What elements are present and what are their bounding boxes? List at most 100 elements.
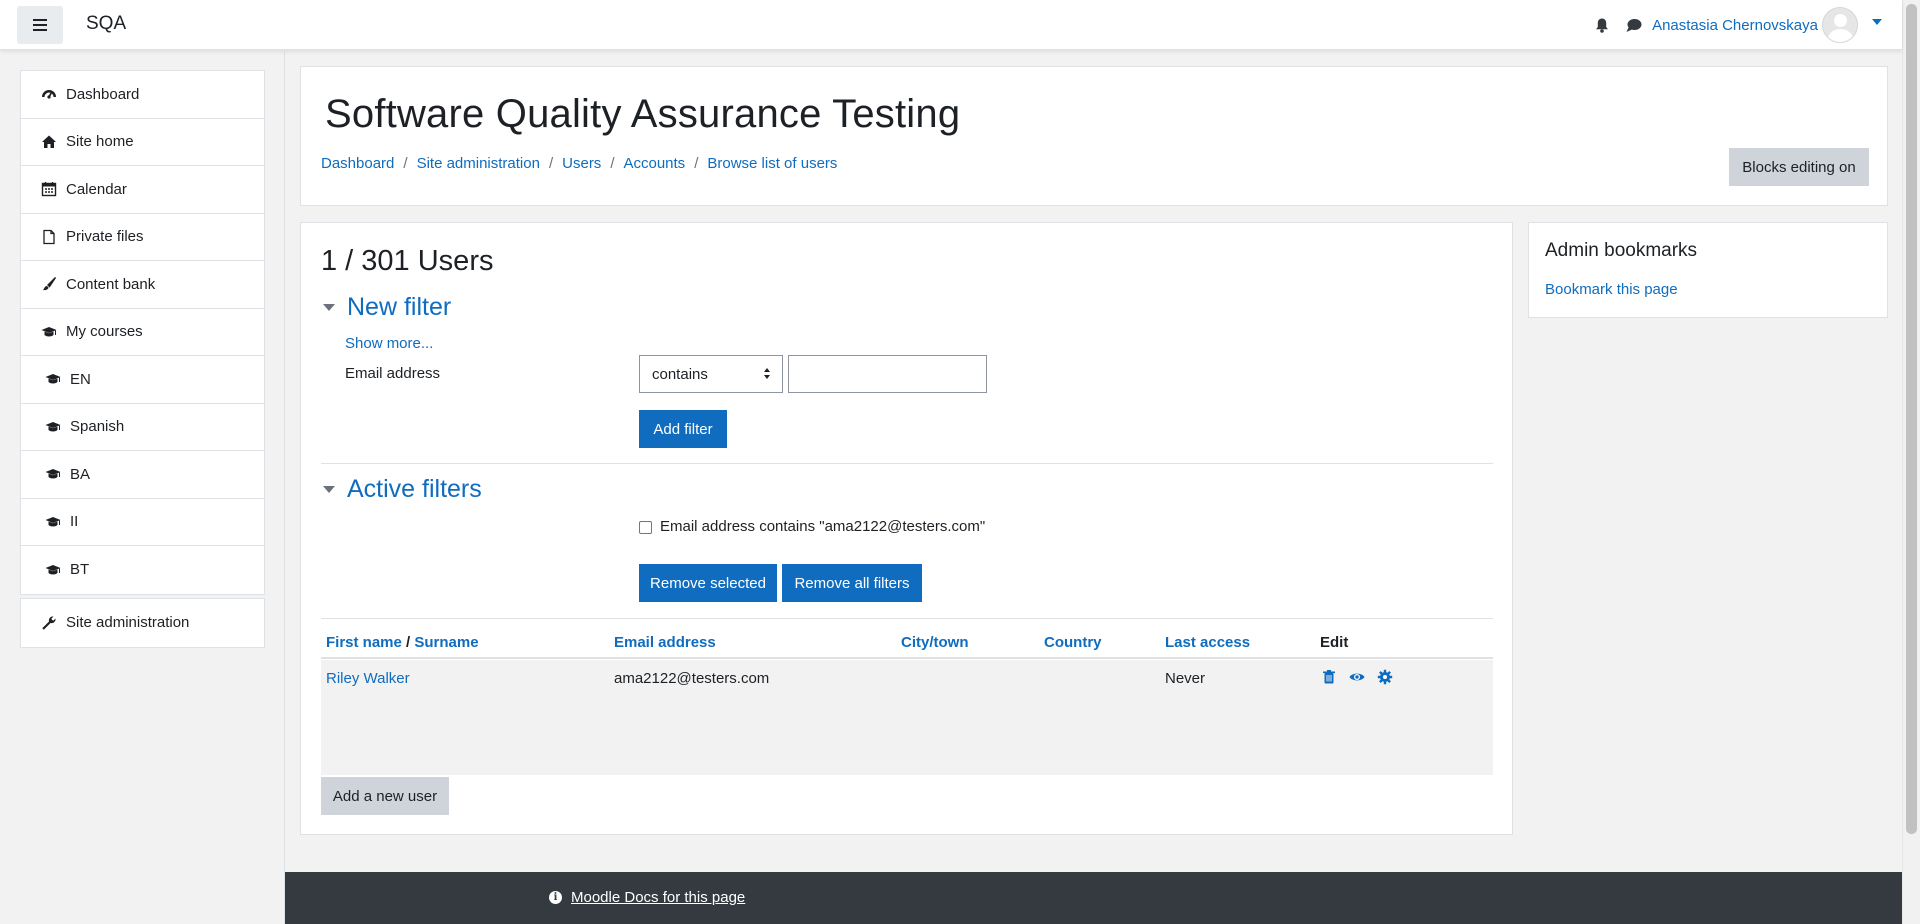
user-last-access: Never	[1165, 670, 1206, 687]
trash-icon[interactable]	[1321, 669, 1337, 685]
column-header-country[interactable]: Country	[1044, 634, 1102, 651]
hamburger-icon	[33, 19, 47, 31]
email-operator-select[interactable]: contains	[639, 355, 783, 393]
graduation-cap-icon	[45, 419, 61, 435]
email-filter-input[interactable]	[788, 355, 987, 393]
admin-bookmarks-title: Admin bookmarks	[1545, 240, 1698, 261]
eye-icon[interactable]	[1349, 669, 1365, 685]
column-header-last-access[interactable]: Last access	[1165, 634, 1250, 651]
page-header: Software Quality Assurance Testing Dashb…	[300, 66, 1888, 206]
admin-bookmarks-block: Admin bookmarks Bookmark this page	[1528, 222, 1888, 318]
nav-item-course-en[interactable]: EN	[21, 356, 264, 404]
moodle-docs-link[interactable]: i Moodle Docs for this page	[549, 889, 745, 906]
nav-group-admin: Site administration	[20, 598, 265, 648]
file-icon	[41, 229, 57, 245]
nav-item-label: Content bank	[66, 275, 156, 293]
nav-item-label: Calendar	[66, 180, 127, 198]
column-header-name: First name / Surname	[326, 634, 479, 651]
nav-item-label: BT	[70, 561, 90, 579]
breadcrumb-separator: /	[403, 155, 408, 172]
column-header-city[interactable]: City/town	[901, 634, 969, 651]
nav-item-course-ba[interactable]: BA	[21, 451, 264, 499]
breadcrumb-separator: /	[694, 155, 699, 172]
collapse-triangle-icon	[323, 486, 335, 493]
breadcrumb-accounts[interactable]: Accounts	[623, 155, 685, 172]
bookmark-this-page-link[interactable]: Bookmark this page	[1545, 281, 1678, 298]
new-filter-toggle[interactable]: New filter	[323, 293, 451, 322]
nav-item-label: Spanish	[70, 418, 125, 436]
users-panel: 1 / 301 Users New filter Show more... Em…	[300, 222, 1513, 835]
chat-icon[interactable]	[1626, 18, 1642, 33]
drawer-toggle-button[interactable]	[17, 6, 63, 44]
column-header-email[interactable]: Email address	[614, 634, 716, 651]
add-filter-button[interactable]: Add filter	[639, 410, 727, 448]
user-email: ama2122@testers.com	[614, 670, 770, 687]
active-filters-toggle[interactable]: Active filters	[323, 475, 482, 504]
nav-item-calendar[interactable]: Calendar	[21, 166, 264, 214]
nav-item-label: EN	[70, 370, 91, 388]
nav-item-label: BA	[70, 465, 91, 483]
table-row: Riley Walker ama2122@testers.com Never	[321, 660, 1493, 775]
nav-item-site-home[interactable]: Site home	[21, 119, 264, 166]
active-filter-checkbox[interactable]	[639, 521, 652, 534]
blocks-editing-button[interactable]: Blocks editing on	[1729, 148, 1869, 186]
remove-all-filters-button[interactable]: Remove all filters	[782, 564, 922, 602]
nav-item-label: Dashboard	[66, 85, 140, 103]
user-menu-name[interactable]: Anastasia Chernovskaya	[1652, 17, 1818, 34]
calendar-icon	[41, 181, 57, 197]
remove-selected-button[interactable]: Remove selected	[639, 564, 777, 602]
page-footer: i Moodle Docs for this page	[285, 872, 1902, 924]
active-filter-label[interactable]: Email address contains "ama2122@testers.…	[660, 518, 985, 535]
paintbrush-icon	[41, 276, 57, 292]
nav-item-course-ii[interactable]: II	[21, 499, 264, 546]
row-actions	[1321, 669, 1393, 685]
breadcrumb: Dashboard / Site administration / Users …	[321, 155, 837, 172]
sort-surname-link[interactable]: Surname	[414, 634, 478, 651]
nav-item-course-spanish[interactable]: Spanish	[21, 404, 264, 451]
add-new-user-button[interactable]: Add a new user	[321, 777, 449, 815]
sort-first-name-link[interactable]: First name	[326, 634, 402, 651]
show-more-link[interactable]: Show more...	[345, 335, 433, 352]
site-brand[interactable]: SQA	[86, 13, 126, 35]
email-filter-label: Email address	[345, 365, 441, 382]
name-separator: /	[401, 634, 415, 651]
nav-item-course-bt[interactable]: BT	[21, 546, 264, 594]
home-icon	[41, 134, 57, 150]
breadcrumb-separator: /	[610, 155, 615, 172]
avatar[interactable]	[1822, 7, 1858, 43]
page-title: Software Quality Assurance Testing	[325, 92, 961, 136]
collapse-triangle-icon	[323, 304, 335, 311]
nav-item-label: Site administration	[66, 614, 190, 632]
nav-item-content-bank[interactable]: Content bank	[21, 261, 264, 309]
graduation-cap-icon	[45, 466, 61, 482]
top-navbar: SQA Anastasia Chernovskaya	[0, 0, 1902, 50]
active-filters-heading: Active filters	[347, 475, 482, 503]
email-operator-value: contains	[652, 365, 708, 383]
nav-item-private-files[interactable]: Private files	[21, 214, 264, 261]
breadcrumb-browse-list-of-users[interactable]: Browse list of users	[707, 155, 837, 172]
users-count-heading: 1 / 301 Users	[321, 245, 494, 277]
chevron-down-icon[interactable]	[1872, 19, 1882, 25]
nav-item-label: Site home	[66, 133, 134, 151]
page-scrollbar[interactable]	[1902, 0, 1920, 924]
user-name-link[interactable]: Riley Walker	[326, 670, 410, 687]
bell-icon[interactable]	[1595, 18, 1609, 33]
nav-item-my-courses[interactable]: My courses	[21, 309, 264, 356]
nav-item-label: My courses	[66, 323, 143, 341]
divider	[321, 618, 1493, 619]
graduation-cap-icon	[41, 324, 57, 340]
column-header-edit: Edit	[1320, 634, 1349, 651]
divider	[321, 463, 1493, 464]
wrench-icon	[41, 615, 57, 631]
nav-item-dashboard[interactable]: Dashboard	[21, 71, 264, 119]
nav-item-label: II	[70, 513, 79, 531]
gear-icon[interactable]	[1377, 669, 1393, 685]
scrollbar-thumb[interactable]	[1906, 4, 1917, 834]
breadcrumb-dashboard[interactable]: Dashboard	[321, 155, 394, 172]
nav-item-site-administration[interactable]: Site administration	[21, 599, 264, 647]
new-filter-heading: New filter	[347, 293, 452, 321]
users-table-header: First name / Surname Email address City/…	[321, 627, 1493, 659]
breadcrumb-users[interactable]: Users	[562, 155, 601, 172]
breadcrumb-site-administration[interactable]: Site administration	[417, 155, 540, 172]
nav-group-main: Dashboard Site home Calendar Private fil…	[20, 70, 265, 595]
